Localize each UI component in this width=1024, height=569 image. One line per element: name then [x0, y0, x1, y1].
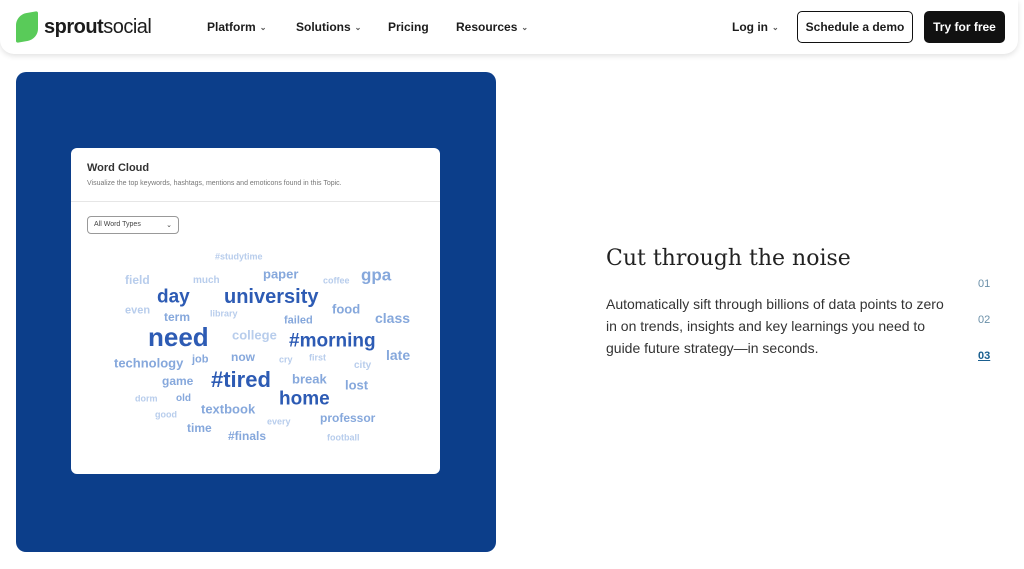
- word-cloud-word: professor: [320, 411, 376, 425]
- step-01[interactable]: 01: [978, 278, 990, 290]
- logo-text-light: social: [103, 15, 152, 38]
- top-nav: sproutsocial Platform ⌄ Solutions ⌄ Pricin…: [0, 0, 1018, 54]
- word-cloud-word: old: [176, 393, 191, 404]
- word-cloud-word: textbook: [201, 401, 256, 417]
- step-03[interactable]: 03: [978, 350, 990, 362]
- word-cloud-word: every: [267, 416, 291, 427]
- word-cloud-word: lost: [345, 377, 369, 393]
- logo-text-bold: sprout: [44, 15, 104, 38]
- leaf-icon: [16, 11, 38, 43]
- word-cloud-word: #studytime: [215, 251, 263, 262]
- word-cloud-word: gpa: [361, 265, 392, 285]
- word-cloud-word: failed: [284, 314, 313, 327]
- word-cloud-word: even: [125, 304, 151, 317]
- word-cloud-word: day: [157, 286, 190, 308]
- word-cloud-word: #tired: [211, 367, 271, 392]
- nav-solutions[interactable]: Solutions ⌄: [296, 20, 361, 34]
- word-cloud-word: cry: [279, 354, 293, 365]
- word-cloud-word: #morning: [289, 330, 376, 352]
- word-cloud-word: class: [375, 310, 411, 326]
- feature-body: Automatically sift through billions of d…: [606, 296, 944, 356]
- nav-resources[interactable]: Resources ⌄: [456, 20, 528, 34]
- word-cloud-word: technology: [114, 355, 184, 371]
- word-cloud-word: university: [224, 286, 319, 308]
- word-cloud-word: first: [309, 352, 327, 363]
- chevron-down-icon: ⌄: [259, 22, 267, 32]
- word-cloud-word: late: [386, 347, 411, 363]
- word-cloud-word: need: [148, 322, 209, 352]
- card-title: Word Cloud: [87, 162, 150, 174]
- word-cloud-word: home: [279, 388, 330, 410]
- word-cloud-word: time: [187, 421, 212, 435]
- word-cloud-word: now: [231, 350, 255, 364]
- login-link[interactable]: Log in ⌄: [732, 20, 779, 34]
- feature-heading: Cut through the noise: [606, 246, 851, 271]
- word-cloud-word: college: [232, 327, 277, 343]
- word-cloud-card: Word Cloud Visualize the top keywords, h…: [71, 148, 440, 474]
- word-cloud-word: #finals: [228, 429, 267, 443]
- word-cloud-word: good: [155, 409, 177, 420]
- nav-platform[interactable]: Platform ⌄: [207, 20, 266, 34]
- word-cloud-word: job: [192, 353, 209, 366]
- chevron-down-icon: ⌄: [772, 22, 779, 32]
- try-free-button[interactable]: Try for free: [924, 11, 1005, 43]
- word-cloud-word: field: [125, 273, 150, 287]
- word-cloud-word: football: [327, 432, 360, 443]
- card-subtitle: Visualize the top keywords, hashtags, me…: [87, 180, 342, 187]
- word-cloud-word: break: [292, 371, 327, 387]
- word-cloud-word: library: [210, 308, 238, 319]
- word-cloud-word: coffee: [323, 275, 350, 286]
- nav-pricing[interactable]: Pricing: [388, 20, 429, 34]
- word-cloud-word: dorm: [135, 393, 158, 404]
- word-cloud-word: city: [354, 360, 372, 371]
- word-cloud-word: game: [162, 374, 194, 388]
- word-cloud-word: food: [332, 301, 361, 317]
- word-type-select[interactable]: All Word Types ⌄: [87, 216, 179, 234]
- chevron-down-icon: ⌄: [354, 22, 362, 32]
- divider: [71, 201, 440, 202]
- sprout-social-logo[interactable]: sproutsocial: [16, 11, 152, 43]
- word-cloud-word: paper: [263, 266, 299, 282]
- step-02[interactable]: 02: [978, 314, 990, 326]
- chevron-down-icon: ⌄: [166, 222, 172, 229]
- chevron-down-icon: ⌄: [521, 22, 529, 32]
- word-cloud-word: much: [193, 275, 220, 286]
- schedule-demo-button[interactable]: Schedule a demo: [797, 11, 913, 43]
